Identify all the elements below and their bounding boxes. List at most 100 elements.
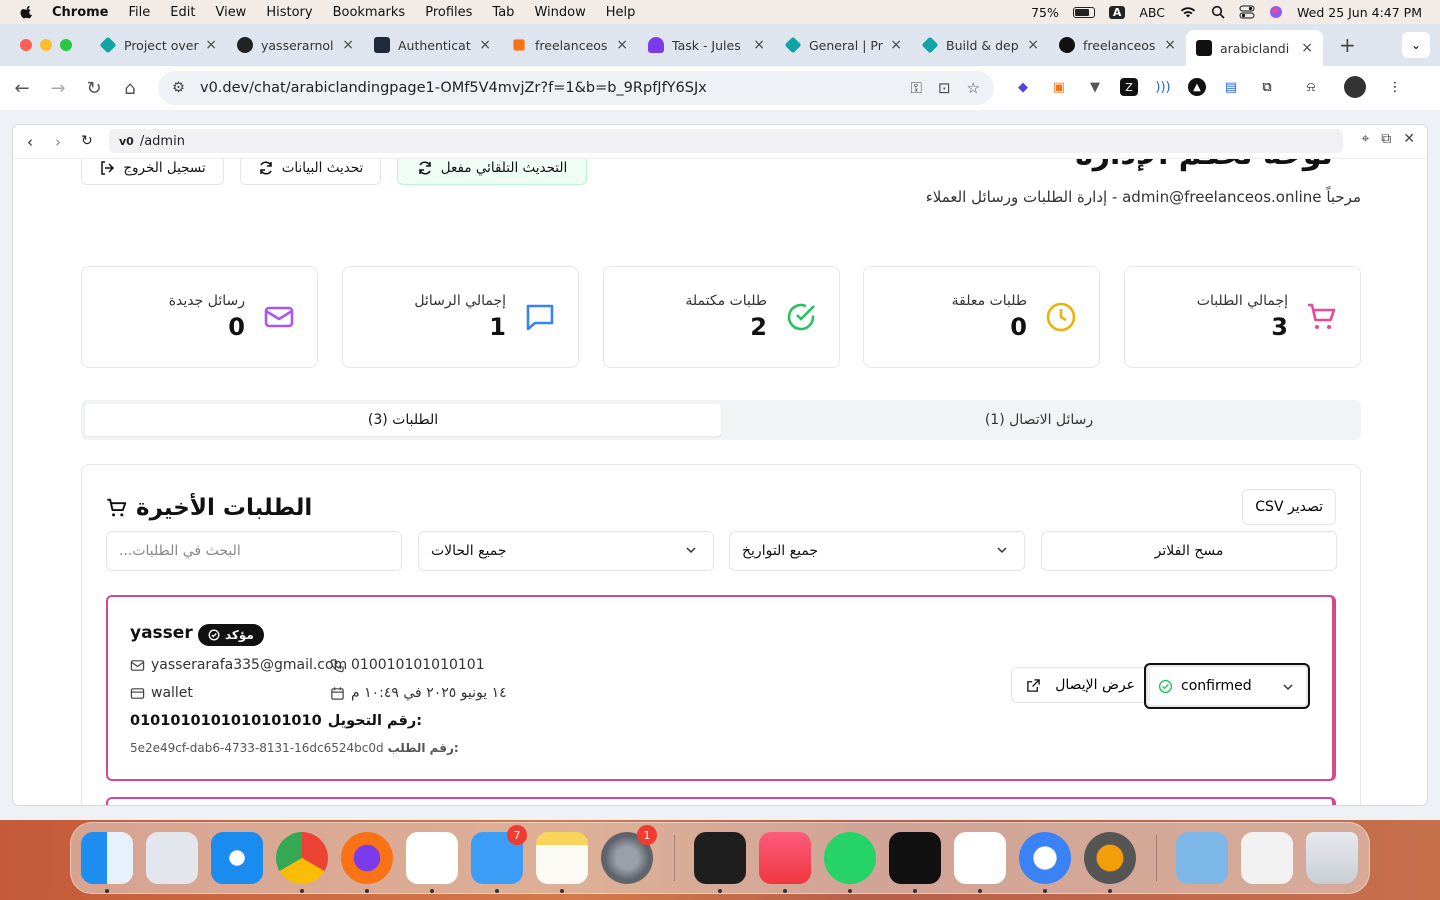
browser-tab-6[interactable]: General | Pr × xyxy=(775,29,912,61)
tab-search-chevron-icon[interactable]: ⌄ xyxy=(1402,32,1430,58)
vscode-icon[interactable] xyxy=(954,832,1006,884)
preview-forward-icon[interactable]: › xyxy=(55,133,61,151)
whatsapp-icon[interactable] xyxy=(824,832,876,884)
menu-app-name[interactable]: Chrome xyxy=(52,5,109,20)
browser-tab-3[interactable]: Authenticat × xyxy=(364,29,501,61)
chrome-icon[interactable] xyxy=(276,832,328,884)
order-status-select[interactable]: confirmed xyxy=(1144,663,1310,709)
close-tab-icon[interactable]: × xyxy=(1027,37,1039,53)
extension-3-icon[interactable]: ▼ xyxy=(1084,76,1106,98)
profile-avatar[interactable] xyxy=(1344,76,1366,98)
clock-datetime[interactable]: Wed 25 Jun 4:47 PM xyxy=(1297,5,1422,20)
extension-1-icon[interactable]: ◆ xyxy=(1012,76,1034,98)
notes-icon[interactable] xyxy=(536,832,588,884)
extension-2-icon[interactable]: ▣ xyxy=(1048,76,1070,98)
chrome-canary-icon[interactable] xyxy=(1019,832,1071,884)
search-icon[interactable] xyxy=(1211,5,1225,19)
finder-icon[interactable] xyxy=(81,832,133,884)
downloader-icon[interactable] xyxy=(1084,832,1136,884)
site-settings-icon[interactable]: ⚙ xyxy=(172,80,186,96)
refresh-data-button[interactable]: تحديث البيانات xyxy=(240,159,381,185)
downloads-stack-icon[interactable] xyxy=(1241,832,1293,884)
close-tab-icon[interactable]: × xyxy=(616,37,628,53)
apple-icon[interactable] xyxy=(20,5,34,19)
extension-6-icon[interactable]: ▲ xyxy=(1188,78,1206,96)
preview-reload-icon[interactable]: ↻ xyxy=(81,133,93,149)
menu-history[interactable]: History xyxy=(266,5,312,20)
browser-tab-7[interactable]: Build & dep × xyxy=(912,29,1049,61)
menu-help[interactable]: Help xyxy=(606,5,636,20)
music-icon[interactable] xyxy=(759,832,811,884)
browser-tab-active[interactable]: arabiclandi × xyxy=(1186,30,1323,66)
menu-file[interactable]: File xyxy=(129,5,151,20)
incognito-icon[interactable]: ⍾ xyxy=(1300,76,1322,98)
close-tab-icon[interactable]: × xyxy=(890,37,902,53)
wifi-icon[interactable] xyxy=(1179,5,1197,19)
install-app-icon[interactable]: ⊡ xyxy=(938,79,951,97)
close-tab-icon[interactable]: × xyxy=(205,37,217,53)
select-element-icon[interactable]: ⌖ xyxy=(1361,131,1369,147)
menu-bookmarks[interactable]: Bookmarks xyxy=(333,5,406,20)
cube-app-icon[interactable] xyxy=(889,832,941,884)
folder-icon[interactable] xyxy=(1176,832,1228,884)
tab-orders[interactable]: الطلبات (3) xyxy=(85,404,721,436)
browser-tab-1[interactable]: Project over × xyxy=(90,29,227,61)
bookmark-star-icon[interactable]: ☆ xyxy=(967,79,980,97)
home-icon[interactable]: ⌂ xyxy=(112,78,148,99)
password-key-icon[interactable]: ⚿ xyxy=(911,79,922,97)
menu-edit[interactable]: Edit xyxy=(170,5,195,20)
extension-7-icon[interactable]: ▤ xyxy=(1220,76,1242,98)
menu-window[interactable]: Window xyxy=(534,5,585,20)
new-tab-button[interactable]: + xyxy=(1339,33,1356,57)
status-filter-select[interactable]: جميع الحالات xyxy=(418,531,714,571)
more-menu-icon[interactable]: ⋮ xyxy=(1384,76,1406,98)
control-center-icon[interactable] xyxy=(1239,5,1255,19)
browser-tab-2[interactable]: yasserarnol × xyxy=(227,29,364,61)
close-preview-icon[interactable]: ✕ xyxy=(1403,131,1415,147)
siri-icon[interactable] xyxy=(1269,5,1283,19)
close-tab-icon[interactable]: × xyxy=(753,37,765,53)
browser-tab-5[interactable]: Task - Jules × xyxy=(638,29,775,61)
brave-icon[interactable] xyxy=(406,832,458,884)
logout-button[interactable]: تسجيل الخروج xyxy=(81,159,224,185)
close-window-button[interactable] xyxy=(20,39,32,51)
open-new-window-icon[interactable]: ⧉ xyxy=(1381,131,1391,147)
preview-path-bar[interactable]: v0 /admin xyxy=(109,129,1343,153)
auto-refresh-toggle[interactable]: التحديث التلقائي مفعل xyxy=(397,159,587,185)
extensions-puzzle-icon[interactable]: ⧉ xyxy=(1256,76,1278,98)
browser-tab-4[interactable]: freelanceos × xyxy=(501,29,638,61)
zoom-window-button[interactable] xyxy=(60,39,72,51)
menu-tab[interactable]: Tab xyxy=(492,5,514,20)
menu-view[interactable]: View xyxy=(215,5,246,20)
safari-icon[interactable] xyxy=(211,832,263,884)
tab-messages[interactable]: رسائل الاتصال (1) xyxy=(721,404,1357,436)
input-source-label[interactable]: ABC xyxy=(1139,5,1165,20)
trash-icon[interactable] xyxy=(1306,832,1358,884)
preview-back-icon[interactable]: ‹ xyxy=(27,133,33,151)
close-tab-icon[interactable]: × xyxy=(342,37,354,53)
extension-5-icon[interactable]: ))) xyxy=(1152,76,1174,98)
running-indicator xyxy=(718,889,722,893)
date-filter-select[interactable]: جميع التواريخ xyxy=(729,531,1025,571)
extension-4-icon[interactable]: Z xyxy=(1120,78,1138,96)
browser-tab-8[interactable]: freelanceos × xyxy=(1049,29,1186,61)
minimize-window-button[interactable] xyxy=(40,39,52,51)
terminal-icon[interactable] xyxy=(694,832,746,884)
address-bar[interactable]: ⚙ v0.dev/chat/arabiclandingpage1-OMf5V4m… xyxy=(158,71,994,105)
forward-arrow-icon[interactable]: → xyxy=(40,78,76,99)
launchpad-icon[interactable] xyxy=(146,832,198,884)
export-csv-button[interactable]: CSV تصدير xyxy=(1242,489,1336,525)
reload-icon[interactable]: ↻ xyxy=(76,78,112,99)
menu-profiles[interactable]: Profiles xyxy=(425,5,472,20)
orders-search-input[interactable]: ...البحث في الطلبات xyxy=(106,531,402,571)
preview-path-text[interactable]: /admin xyxy=(140,134,185,149)
firefox-icon[interactable] xyxy=(341,832,393,884)
view-receipt-button[interactable]: عرض الإيصال xyxy=(1011,667,1150,703)
close-tab-icon[interactable]: × xyxy=(1301,40,1313,56)
clear-filters-button[interactable]: مسح الفلاتر xyxy=(1041,531,1337,571)
close-tab-icon[interactable]: × xyxy=(1164,37,1176,53)
battery-icon[interactable] xyxy=(1072,6,1095,18)
back-arrow-icon[interactable]: ← xyxy=(4,78,40,99)
close-tab-icon[interactable]: × xyxy=(479,37,491,53)
url-text[interactable]: v0.dev/chat/arabiclandingpage1-OMf5V4mvj… xyxy=(200,80,707,96)
